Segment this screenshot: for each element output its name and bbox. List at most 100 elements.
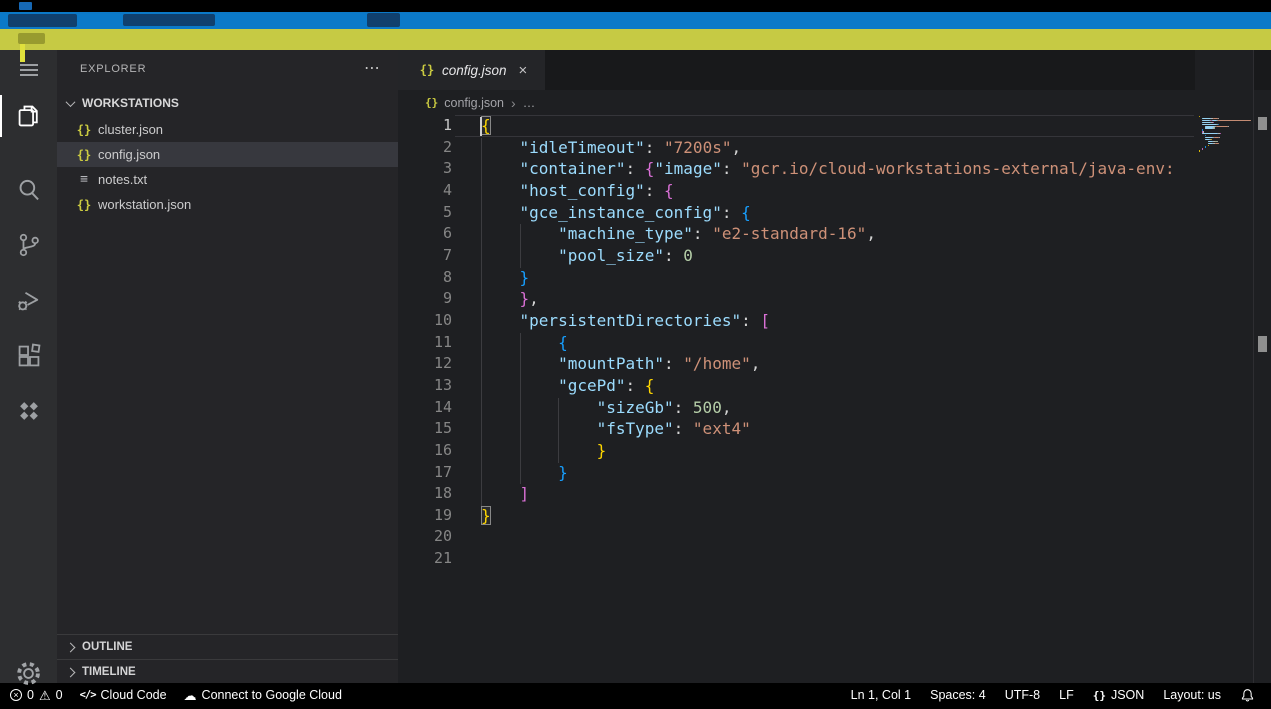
explorer-title: EXPLORER	[80, 63, 146, 75]
line-number: 11	[398, 332, 452, 354]
file-item-notes-txt[interactable]: ≡ notes.txt	[57, 167, 398, 192]
panel-timeline[interactable]: TIMELINE	[57, 659, 398, 684]
file-item-workstation-json[interactable]: {} workstation.json	[57, 192, 398, 217]
code-line[interactable]: 7 "pool_size": 0	[398, 245, 1195, 267]
sidebar-item-cloud-ai[interactable]	[0, 389, 57, 433]
code-text: ]	[452, 483, 529, 505]
explorer-more-actions-button[interactable]: ⋯	[364, 58, 380, 78]
tab-label: config.json	[442, 63, 507, 78]
menu-button[interactable]	[0, 52, 57, 88]
line-number: 13	[398, 375, 452, 397]
file-name: notes.txt	[98, 172, 147, 187]
line-number: 19	[398, 505, 452, 527]
code-line[interactable]: 12 "mountPath": "/home",	[398, 353, 1195, 375]
panel-label: TIMELINE	[82, 666, 136, 678]
breadcrumb-file[interactable]: config.json	[444, 96, 504, 110]
obscured-marker	[20, 44, 25, 62]
close-icon[interactable]: ×	[519, 63, 528, 78]
json-icon: {}	[419, 63, 435, 77]
json-icon: {}	[76, 198, 92, 212]
code-line[interactable]: 11 {	[398, 332, 1195, 354]
code-line[interactable]: 5 "gce_instance_config": {	[398, 202, 1195, 224]
code-brackets-icon: </>	[80, 689, 96, 701]
code-line[interactable]: 9 },	[398, 288, 1195, 310]
code-text: "pool_size": 0	[452, 245, 693, 267]
chevron-right-icon	[66, 667, 76, 677]
sidebar-item-extensions[interactable]	[0, 334, 57, 378]
line-number: 21	[398, 548, 452, 570]
notifications-button[interactable]	[1240, 688, 1255, 703]
code-text: },	[452, 288, 539, 310]
code-text: }	[452, 440, 606, 462]
code-line[interactable]: 16 }	[398, 440, 1195, 462]
file-name: config.json	[98, 147, 160, 162]
breadcrumb-separator: ›	[511, 95, 516, 111]
sidebar-item-explorer[interactable]	[0, 93, 57, 139]
status-cloud-code[interactable]: </> Cloud Code	[80, 688, 167, 702]
line-number: 2	[398, 137, 452, 159]
scrollbar-marker	[1258, 336, 1267, 352]
browser-tab-strip	[0, 12, 1271, 29]
code-line[interactable]: 20	[398, 526, 1195, 548]
search-icon	[16, 177, 42, 203]
code-text	[452, 526, 481, 548]
code-line[interactable]: 14 "sizeGb": 500,	[398, 397, 1195, 419]
vscode-window: EXPLORER ⋯ WORKSTATIONS {} cluster.json …	[0, 0, 1271, 709]
code-line[interactable]: 17 }	[398, 462, 1195, 484]
code-text: "sizeGb": 500,	[452, 397, 731, 419]
code-text: {	[452, 332, 568, 354]
code-line[interactable]: 1{	[398, 115, 1195, 137]
status-keyboard-layout[interactable]: Layout: us	[1163, 688, 1221, 702]
status-encoding[interactable]: UTF-8	[1005, 688, 1040, 702]
line-number: 14	[398, 397, 452, 419]
error-count: 0	[27, 688, 34, 702]
breadcrumb-more[interactable]: …	[523, 96, 536, 110]
line-number: 16	[398, 440, 452, 462]
sidebar-item-run-debug[interactable]	[0, 278, 57, 322]
status-indentation[interactable]: Spaces: 4	[930, 688, 986, 702]
status-bar: × 0 ⚠ 0 </> Cloud Code ☁ Connect to Goog…	[0, 683, 1271, 707]
warnings-icon: ⚠	[39, 689, 51, 702]
diamonds-icon	[15, 400, 43, 422]
line-number: 7	[398, 245, 452, 267]
scrollbar-overview-ruler[interactable]	[1253, 50, 1271, 683]
code-line[interactable]: 6 "machine_type": "e2-standard-16",	[398, 223, 1195, 245]
status-language-mode[interactable]: {} JSON	[1093, 688, 1145, 702]
minimap[interactable]	[1195, 50, 1253, 683]
obscured-text	[18, 33, 45, 44]
sidebar-item-search[interactable]	[0, 168, 57, 212]
code-text: "mountPath": "/home",	[452, 353, 760, 375]
line-number: 12	[398, 353, 452, 375]
code-line[interactable]: 18 ]	[398, 483, 1195, 505]
code-line[interactable]: 21	[398, 548, 1195, 570]
tab-config-json[interactable]: {} config.json ×	[398, 50, 545, 90]
debug-icon	[15, 287, 42, 314]
file-item-config-json[interactable]: {} config.json	[57, 142, 398, 167]
obscured-favicon	[19, 2, 32, 10]
line-number: 17	[398, 462, 452, 484]
code-text: {	[452, 115, 491, 137]
status-eol[interactable]: LF	[1059, 688, 1074, 702]
code-line[interactable]: 19}	[398, 505, 1195, 527]
json-icon: {}	[76, 148, 92, 162]
code-line[interactable]: 3 "container": {"image": "gcr.io/cloud-w…	[398, 158, 1195, 180]
code-line[interactable]: 10 "persistentDirectories": [	[398, 310, 1195, 332]
code-line[interactable]: 15 "fsType": "ext4"	[398, 418, 1195, 440]
section-workstations[interactable]: WORKSTATIONS	[57, 90, 398, 116]
code-line[interactable]: 8 }	[398, 267, 1195, 289]
line-number: 3	[398, 158, 452, 180]
line-number: 4	[398, 180, 452, 202]
code-editor[interactable]: 1{2 "idleTimeout": "7200s",3 "container"…	[398, 115, 1195, 683]
code-line[interactable]: 4 "host_config": {	[398, 180, 1195, 202]
breadcrumb[interactable]: {} config.json › …	[398, 90, 1271, 115]
code-line[interactable]: 2 "idleTimeout": "7200s",	[398, 137, 1195, 159]
code-line[interactable]: 13 "gcePd": {	[398, 375, 1195, 397]
panel-outline[interactable]: OUTLINE	[57, 634, 398, 659]
status-connect-google-cloud[interactable]: ☁ Connect to Google Cloud	[184, 688, 342, 702]
code-text: "gcePd": {	[452, 375, 654, 397]
status-problems[interactable]: × 0 ⚠ 0	[10, 688, 63, 702]
file-item-cluster-json[interactable]: {} cluster.json	[57, 117, 398, 142]
sidebar-item-source-control[interactable]	[0, 223, 57, 267]
status-cursor-position[interactable]: Ln 1, Col 1	[851, 688, 911, 702]
text-cursor	[480, 117, 482, 136]
